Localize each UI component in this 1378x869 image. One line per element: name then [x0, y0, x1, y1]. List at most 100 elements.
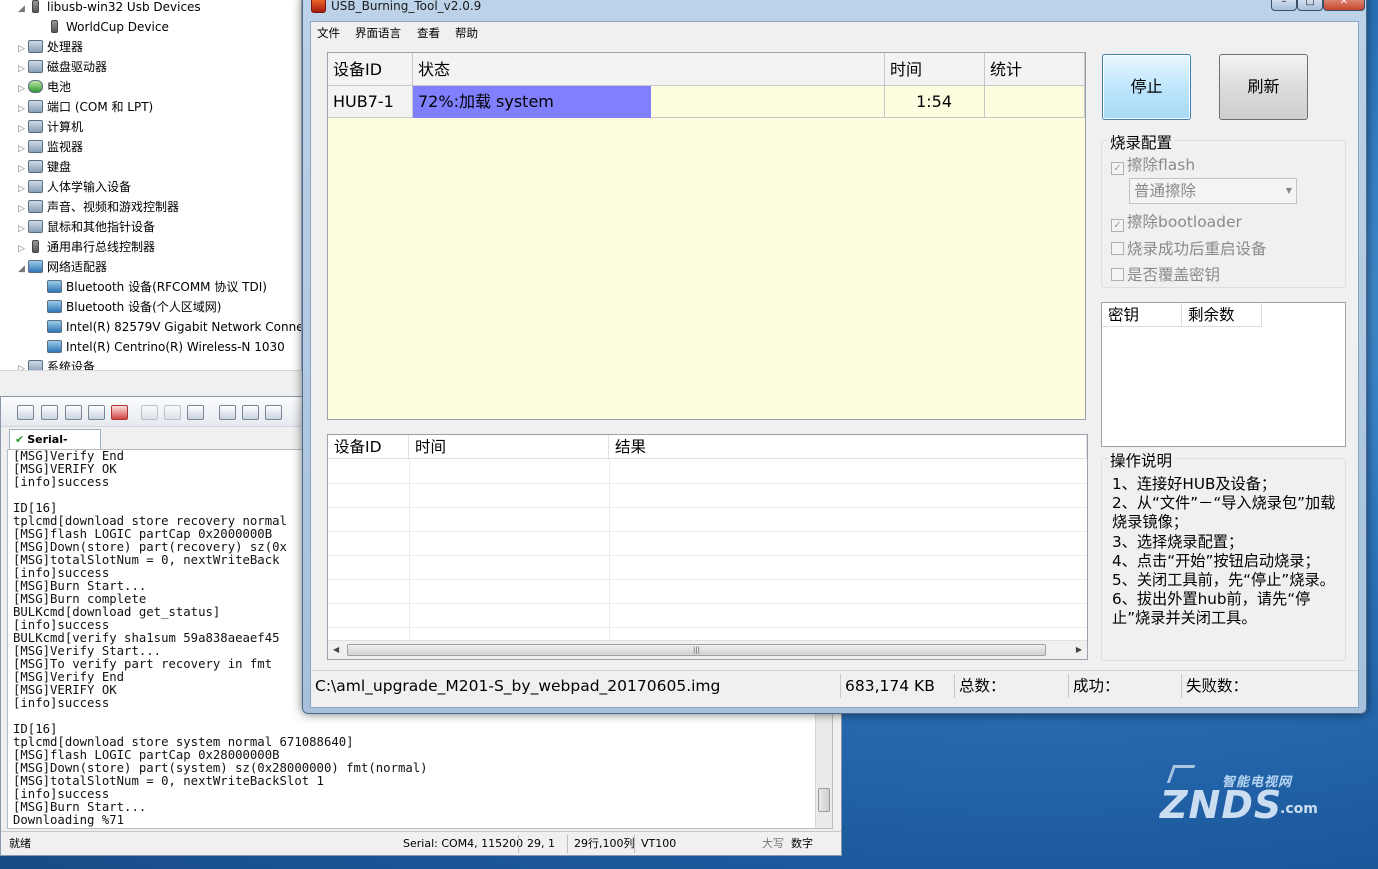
row-divider: [328, 483, 1087, 484]
grid-header-device-id[interactable]: 设备ID: [328, 53, 413, 86]
tree-item[interactable]: ▷ 监视器: [18, 137, 83, 157]
tree-item[interactable]: ▷ 端口 (COM 和 LPT): [18, 97, 153, 117]
network-adapter-icon: [28, 260, 43, 273]
grid-header-time[interactable]: 时间: [885, 53, 985, 86]
result-header-device-id[interactable]: 设备ID: [328, 435, 409, 459]
tree-item-label: 鼠标和其他指针设备: [47, 220, 156, 234]
scroll-left-icon[interactable]: ◀: [333, 645, 339, 654]
find-icon[interactable]: [187, 405, 204, 420]
tree-expander-icon[interactable]: ▷: [18, 99, 28, 119]
menu-help[interactable]: 帮助: [455, 25, 478, 41]
erase-flash-option[interactable]: ✓ 擦除flash: [1111, 153, 1195, 175]
tree-item[interactable]: ▷ 声音、视频和游戏控制器: [18, 197, 179, 217]
tree-item[interactable]: ◢ libusb-win32 Usb Devices: [18, 0, 201, 17]
tree-expander-icon[interactable]: ▷: [18, 359, 28, 370]
tree-item[interactable]: ▷ 鼠标和其他指针设备: [18, 217, 155, 237]
overwrite-key-label: 是否覆盖密钥: [1127, 266, 1221, 284]
erase-mode-select[interactable]: 普通擦除 ▼: [1129, 178, 1297, 204]
key-header-key[interactable]: 密钥: [1102, 303, 1182, 327]
scrollbar-thumb[interactable]: |||: [347, 644, 1046, 656]
tree-expander-icon[interactable]: ▷: [18, 199, 28, 219]
device-manager-bottom-bar: [0, 370, 302, 396]
tree-item[interactable]: ▷ 通用串行总线控制器: [18, 237, 155, 257]
refresh-button[interactable]: 刷新: [1219, 54, 1308, 120]
tree-expander-icon[interactable]: ◢: [18, 0, 28, 19]
reboot-after-option[interactable]: 烧录成功后重启设备: [1111, 237, 1267, 259]
cell-time[interactable]: 1:54: [885, 86, 985, 118]
tree-expander-icon[interactable]: ▷: [18, 159, 28, 179]
tree-item[interactable]: Bluetooth 设备(个人区域网): [37, 297, 221, 317]
network-device-icon: [47, 320, 62, 333]
copy-icon[interactable]: [141, 405, 158, 420]
erase-bootloader-option[interactable]: ✓ 擦除bootloader: [1111, 210, 1242, 232]
tree-item-label: Intel(R) Centrino(R) Wireless-N 1030: [66, 340, 285, 354]
tree-expander-icon[interactable]: ▷: [18, 59, 28, 79]
tree-expander-icon[interactable]: ▷: [18, 119, 28, 139]
paste-icon[interactable]: [164, 405, 181, 420]
tree-expander-icon[interactable]: ▷: [18, 139, 28, 159]
cell-device-id[interactable]: HUB7-1: [328, 86, 413, 118]
grid-header-status[interactable]: 状态: [413, 53, 885, 86]
reconnect-icon[interactable]: [88, 405, 105, 420]
result-header-time[interactable]: 时间: [409, 435, 609, 459]
menu-language[interactable]: 界面语言: [355, 25, 401, 41]
status-port: Serial: COM4, 115200: [403, 837, 524, 850]
folder-icon[interactable]: [65, 405, 82, 420]
tree-item[interactable]: ▷ 电池: [18, 77, 71, 97]
grid-header-stats[interactable]: 统计: [985, 53, 1085, 86]
reboot-after-checkbox[interactable]: [1111, 242, 1124, 255]
stop-button[interactable]: 停止: [1102, 54, 1191, 120]
tree-item[interactable]: ▷ 人体学输入设备: [18, 177, 131, 197]
tree-item[interactable]: ▷ 处理器: [18, 37, 83, 57]
print-icon[interactable]: [219, 405, 236, 420]
result-horizontal-scrollbar[interactable]: ◀ ||| ▶: [328, 640, 1087, 659]
key-table[interactable]: 密钥 剩余数: [1101, 302, 1346, 447]
status-total: 总数：: [955, 674, 1069, 698]
tree-item[interactable]: ◢ 网络适配器: [18, 257, 107, 277]
erase-bootloader-checkbox[interactable]: ✓: [1111, 219, 1124, 232]
tree-expander-icon[interactable]: ▷: [18, 219, 28, 239]
disconnect-icon[interactable]: [111, 405, 128, 420]
cell-stats[interactable]: [985, 86, 1085, 118]
tree-item[interactable]: ▷ 磁盘驱动器: [18, 57, 107, 77]
tab-serial-com4[interactable]: ✔Serial-COM4: [9, 429, 101, 465]
monitor-icon: [28, 140, 43, 153]
tree-item-label: 键盘: [47, 160, 72, 174]
erase-flash-checkbox[interactable]: ✓: [1111, 162, 1124, 175]
system-device-icon: [28, 360, 43, 370]
tree-item[interactable]: Bluetooth 设备(RFCOMM 协议 TDI): [37, 277, 267, 297]
close-button[interactable]: ✕: [1323, 0, 1365, 11]
new-session-icon[interactable]: [17, 405, 34, 420]
tree-item[interactable]: ▷ 计算机: [18, 117, 83, 137]
scrollbar-thumb[interactable]: [818, 788, 830, 812]
scroll-right-icon[interactable]: ▶: [1076, 645, 1082, 654]
menu-file[interactable]: 文件: [317, 25, 340, 41]
print-setup-icon[interactable]: [242, 405, 259, 420]
tree-expander-icon[interactable]: ▷: [18, 179, 28, 199]
tree-expander-icon[interactable]: ◢: [18, 259, 28, 279]
tree-item-label: 监视器: [47, 140, 84, 154]
instruction-line: 4、点击“开始”按钮启动烧录；: [1112, 551, 1320, 570]
tree-expander-icon[interactable]: ▷: [18, 239, 28, 259]
result-table[interactable]: 设备ID 时间 结果 ◀ ||| ▶: [327, 434, 1088, 660]
overwrite-key-option[interactable]: 是否覆盖密钥: [1111, 263, 1220, 285]
key-header-remaining[interactable]: 剩余数: [1182, 303, 1262, 327]
tree-item[interactable]: ▷ 键盘: [18, 157, 71, 177]
tree-expander-icon[interactable]: ▷: [18, 79, 28, 99]
result-header-result[interactable]: 结果: [609, 435, 1087, 459]
overwrite-key-checkbox[interactable]: [1111, 268, 1124, 281]
network-device-icon: [47, 340, 62, 353]
printer-icon[interactable]: [265, 405, 282, 420]
instruction-line: 2、从“文件”－“导入烧录包”加载烧录镜像；: [1112, 494, 1336, 532]
tree-item[interactable]: WorldCup Device: [37, 17, 169, 37]
tree-item[interactable]: Intel(R) Centrino(R) Wireless-N 1030: [37, 337, 285, 357]
maximize-button[interactable]: □: [1297, 0, 1323, 11]
tree-expander-icon[interactable]: ▷: [18, 39, 28, 59]
menu-view[interactable]: 查看: [417, 25, 440, 41]
tree-item[interactable]: Intel(R) 82579V Gigabit Network Connecti…: [37, 317, 301, 337]
minimize-button[interactable]: –: [1271, 0, 1297, 11]
network-device-icon: [47, 280, 62, 293]
cell-status[interactable]: 72%:加载 system: [413, 86, 885, 118]
open-session-icon[interactable]: [41, 405, 58, 420]
tree-item[interactable]: ▷ 系统设备: [18, 357, 95, 370]
